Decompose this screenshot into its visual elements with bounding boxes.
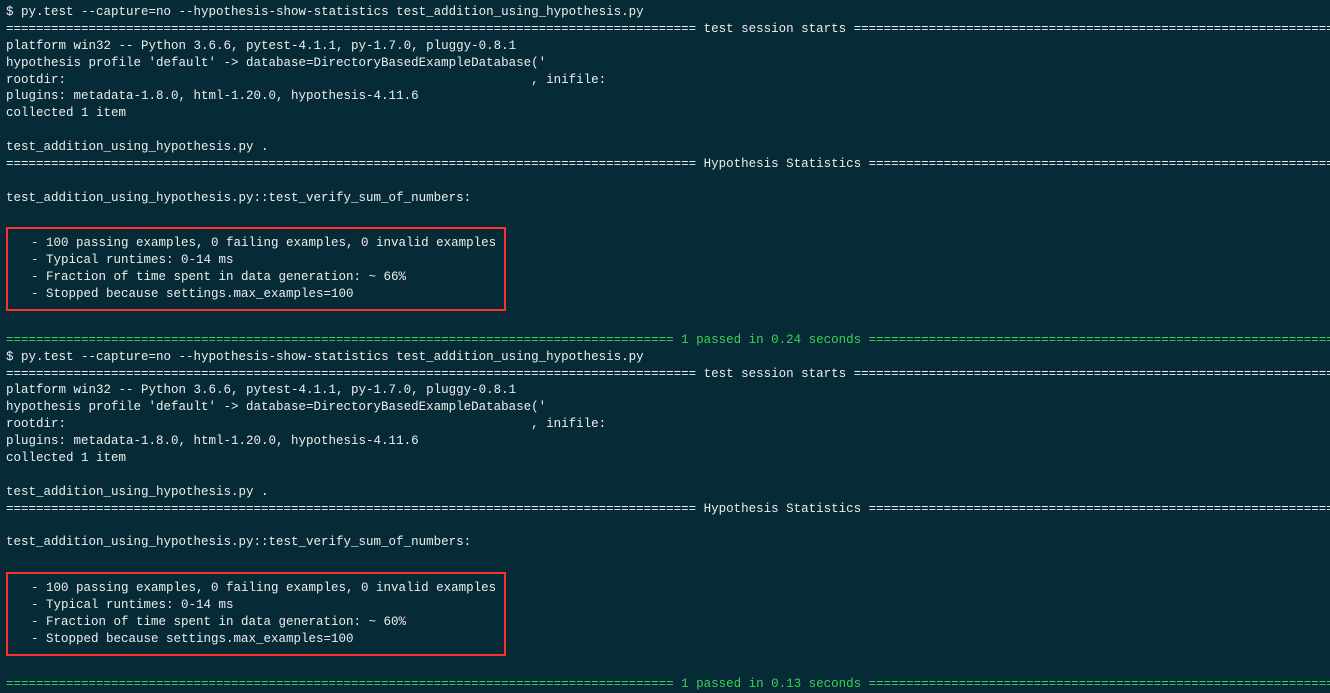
stats-header: ========================================… <box>6 501 1324 518</box>
blank-line <box>6 517 1324 534</box>
plugins-line: plugins: metadata-1.8.0, html-1.20.0, hy… <box>6 88 1324 105</box>
stats-highlight-box: - 100 passing examples, 0 failing exampl… <box>6 227 506 311</box>
stat-fraction: - Fraction of time spent in data generat… <box>16 614 496 631</box>
stat-passing: - 100 passing examples, 0 failing exampl… <box>16 580 496 597</box>
command-line[interactable]: $ py.test --capture=no --hypothesis-show… <box>6 4 1324 21</box>
collected-line: collected 1 item <box>6 450 1324 467</box>
stat-stopped: - Stopped because settings.max_examples=… <box>16 286 496 303</box>
stat-runtimes: - Typical runtimes: 0-14 ms <box>16 597 496 614</box>
blank-line <box>6 467 1324 484</box>
hypothesis-profile-line: hypothesis profile 'default' -> database… <box>6 399 1324 416</box>
test-name-line: test_addition_using_hypothesis.py::test_… <box>6 534 1324 551</box>
result-line: ========================================… <box>6 676 1324 693</box>
command-line[interactable]: $ py.test --capture=no --hypothesis-show… <box>6 349 1324 366</box>
prompt-symbol: $ <box>6 350 21 364</box>
command-text: py.test --capture=no --hypothesis-show-s… <box>21 5 644 19</box>
command-text: py.test --capture=no --hypothesis-show-s… <box>21 350 644 364</box>
rootdir-line: rootdir: , inifile: <box>6 416 1324 433</box>
test-progress-line: test_addition_using_hypothesis.py . <box>6 484 1324 501</box>
blank-line <box>6 315 1324 332</box>
stat-stopped: - Stopped because settings.max_examples=… <box>16 631 496 648</box>
test-progress-line: test_addition_using_hypothesis.py . <box>6 139 1324 156</box>
platform-line: platform win32 -- Python 3.6.6, pytest-4… <box>6 382 1324 399</box>
blank-line <box>6 122 1324 139</box>
result-line: ========================================… <box>6 332 1324 349</box>
stat-runtimes: - Typical runtimes: 0-14 ms <box>16 252 496 269</box>
session-header: ========================================… <box>6 21 1324 38</box>
terminal-run-2: $ py.test --capture=no --hypothesis-show… <box>6 349 1324 693</box>
test-name-line: test_addition_using_hypothesis.py::test_… <box>6 190 1324 207</box>
platform-line: platform win32 -- Python 3.6.6, pytest-4… <box>6 38 1324 55</box>
blank-line <box>6 173 1324 190</box>
stat-fraction: - Fraction of time spent in data generat… <box>16 269 496 286</box>
stats-highlight-box: - 100 passing examples, 0 failing exampl… <box>6 572 506 656</box>
session-header: ========================================… <box>6 366 1324 383</box>
blank-line <box>6 660 1324 677</box>
stats-header: ========================================… <box>6 156 1324 173</box>
plugins-line: plugins: metadata-1.8.0, html-1.20.0, hy… <box>6 433 1324 450</box>
prompt-symbol: $ <box>6 5 21 19</box>
stat-passing: - 100 passing examples, 0 failing exampl… <box>16 235 496 252</box>
blank-line <box>6 551 1324 568</box>
rootdir-line: rootdir: , inifile: <box>6 72 1324 89</box>
hypothesis-profile-line: hypothesis profile 'default' -> database… <box>6 55 1324 72</box>
blank-line <box>6 207 1324 224</box>
collected-line: collected 1 item <box>6 105 1324 122</box>
terminal-run-1: $ py.test --capture=no --hypothesis-show… <box>6 4 1324 349</box>
